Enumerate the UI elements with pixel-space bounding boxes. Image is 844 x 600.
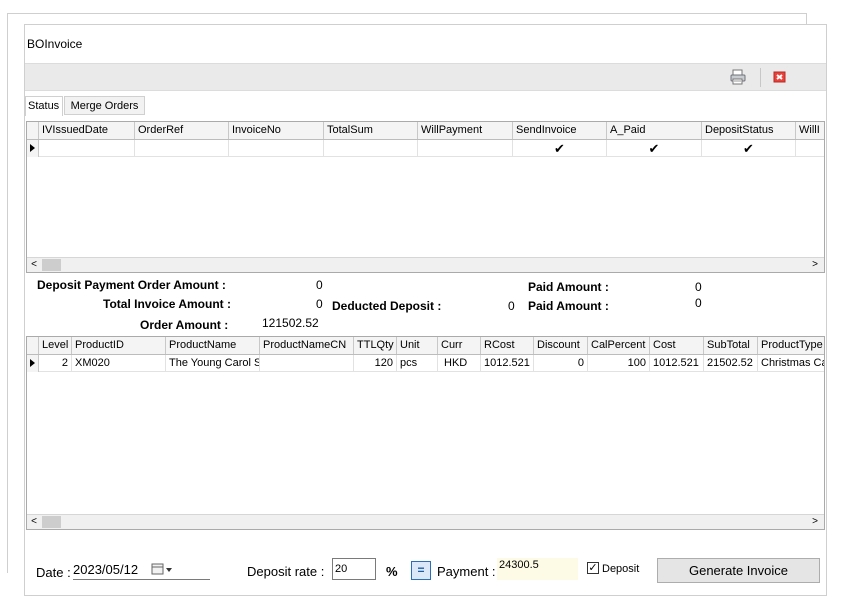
cal-percent-cell[interactable]: 100 (588, 355, 650, 372)
column-header[interactable]: DepositStatus (702, 122, 796, 139)
deposit-payment-order-amount-label: Deposit Payment Order Amount : (37, 278, 226, 292)
scroll-right-icon[interactable]: > (808, 515, 822, 529)
payment-value: 24300.5 (497, 558, 578, 580)
paid-amount-value: 0 (695, 280, 702, 294)
rcost-cell[interactable]: 1012.521 (481, 355, 534, 372)
column-header[interactable]: Unit (397, 337, 438, 354)
column-header[interactable]: Level (39, 337, 72, 354)
order-amount-label: Order Amount : (140, 318, 229, 332)
deposit-checkbox[interactable]: ✓ (587, 562, 599, 574)
tab-merge-orders[interactable]: Merge Orders (64, 96, 145, 115)
column-header[interactable]: WillI (796, 122, 824, 139)
total-invoice-amount-label: Total Invoice Amount : (103, 297, 231, 311)
unit-cell[interactable]: pcs (397, 355, 438, 372)
percent-label: % (386, 564, 398, 579)
total-invoice-amount-value: 0 (316, 297, 323, 311)
curr-cell[interactable]: HKD (438, 355, 481, 372)
table-cell[interactable] (229, 140, 324, 157)
product-name-cn-cell[interactable] (260, 355, 354, 372)
a-paid-check[interactable]: ✔ (607, 140, 702, 157)
column-header[interactable]: SendInvoice (513, 122, 607, 139)
date-value[interactable]: 2023/05/12 (73, 562, 138, 577)
column-header[interactable]: ProductType (758, 337, 824, 354)
deposit-payment-order-amount-value: 0 (316, 278, 323, 292)
deposit-rate-input[interactable]: 20 (332, 558, 376, 580)
products-grid-header: Level ProductID ProductName ProductNameC… (27, 337, 824, 355)
orders-grid-header: IVIssuedDate OrderRef InvoiceNo TotalSum… (27, 122, 824, 140)
window-title: BOInvoice (27, 37, 83, 51)
column-header[interactable]: Discount (534, 337, 588, 354)
table-cell[interactable] (39, 140, 135, 157)
products-grid[interactable]: Level ProductID ProductName ProductNameC… (26, 336, 825, 530)
table-cell[interactable] (418, 140, 513, 157)
column-header[interactable]: CalPercent (588, 337, 650, 354)
product-name-cell[interactable]: The Young Carol Singers (166, 355, 260, 372)
row-selector[interactable] (27, 355, 39, 372)
column-header[interactable]: TotalSum (324, 122, 418, 139)
table-row[interactable]: 2 XM020 The Young Carol Singers 120 pcs … (27, 355, 824, 372)
table-cell[interactable] (135, 140, 229, 157)
table-cell[interactable] (796, 140, 824, 157)
table-row[interactable]: ✔ ✔ ✔ (27, 140, 824, 157)
column-header[interactable]: A_Paid (607, 122, 702, 139)
column-header[interactable]: Curr (438, 337, 481, 354)
payment-label: Payment : (437, 564, 496, 579)
column-header[interactable]: OrderRef (135, 122, 229, 139)
row-selector-header (27, 122, 39, 139)
send-invoice-check[interactable]: ✔ (513, 140, 607, 157)
row-selector-header (27, 337, 39, 354)
level-cell[interactable]: 2 (39, 355, 72, 372)
column-header[interactable]: Cost (650, 337, 704, 354)
toolbar (25, 63, 826, 91)
row-selector[interactable] (27, 140, 39, 157)
ttl-qty-cell[interactable]: 120 (354, 355, 397, 372)
deducted-deposit-value: 0 (508, 299, 515, 313)
paid-amount-label: Paid Amount : (528, 280, 609, 294)
deposit-rate-label: Deposit rate : (247, 564, 325, 579)
calendar-dropdown-icon[interactable] (151, 561, 175, 580)
scroll-left-icon[interactable]: < (27, 258, 41, 272)
paid-amount-label: Paid Amount : (528, 299, 609, 313)
scroll-thumb[interactable] (42, 259, 61, 271)
scroll-right-icon[interactable]: > (808, 258, 822, 272)
products-horizontal-scrollbar[interactable]: < > (27, 514, 824, 529)
tab-status[interactable]: Status (25, 96, 63, 116)
printer-icon[interactable] (729, 68, 747, 86)
column-header[interactable]: RCost (481, 337, 534, 354)
subtotal-cell[interactable]: 21502.52 (704, 355, 758, 372)
generate-invoice-button[interactable]: Generate Invoice (657, 558, 820, 583)
deposit-checkbox-label[interactable]: Deposit (602, 563, 639, 575)
column-header[interactable]: ProductID (72, 337, 166, 354)
deposit-status-check[interactable]: ✔ (702, 140, 796, 157)
date-picker[interactable]: 2023/05/12 (73, 558, 210, 580)
orders-horizontal-scrollbar[interactable]: < > (27, 257, 824, 272)
column-header[interactable]: ProductName (166, 337, 260, 354)
column-header[interactable]: TTLQty (354, 337, 397, 354)
current-row-arrow-icon (30, 359, 35, 367)
scroll-left-icon[interactable]: < (27, 515, 41, 529)
order-amount-value: 121502.52 (262, 316, 319, 330)
orders-grid[interactable]: IVIssuedDate OrderRef InvoiceNo TotalSum… (26, 121, 825, 273)
table-cell[interactable] (324, 140, 418, 157)
cost-cell[interactable]: 1012.521 (650, 355, 704, 372)
scroll-thumb[interactable] (42, 516, 61, 528)
current-row-arrow-icon (30, 144, 35, 152)
column-header[interactable]: SubTotal (704, 337, 758, 354)
paid-amount-value: 0 (695, 296, 702, 310)
column-header[interactable]: ProductNameCN (260, 337, 354, 354)
product-type-cell[interactable]: Christmas Cards (758, 355, 824, 372)
calculate-payment-button[interactable]: = (411, 561, 431, 580)
deducted-deposit-label: Deducted Deposit : (332, 299, 442, 313)
product-id-cell[interactable]: XM020 (72, 355, 166, 372)
column-header[interactable]: IVIssuedDate (39, 122, 135, 139)
column-header[interactable]: WillPayment (418, 122, 513, 139)
boinvoice-window: BOInvoice Status Merge Orders IVIssuedDa… (24, 24, 827, 596)
column-header[interactable]: InvoiceNo (229, 122, 324, 139)
discount-cell[interactable]: 0 (534, 355, 588, 372)
toolbar-separator (760, 68, 761, 87)
date-label: Date : (36, 565, 71, 580)
close-icon[interactable] (771, 68, 789, 86)
